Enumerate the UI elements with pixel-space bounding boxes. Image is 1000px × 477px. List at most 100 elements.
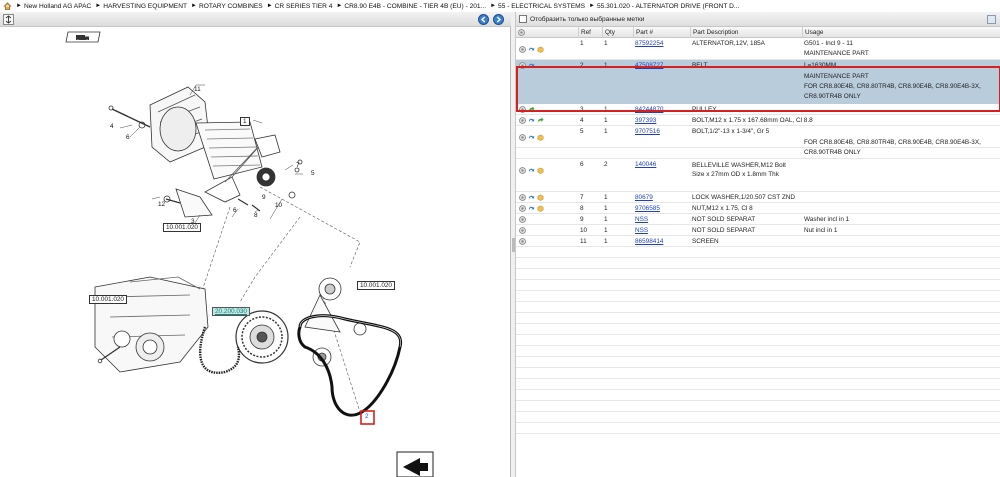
swap-arrow-icon[interactable] [528,194,535,201]
table-row[interactable]: 11 1 86598414 SCREEN [516,236,1000,247]
home-icon[interactable] [3,2,12,10]
select-row-icon[interactable] [519,216,526,223]
swap-arrow-icon[interactable] [528,134,535,141]
breadcrumb-item[interactable]: ► 55.301.020 - ALTERNATOR DRIVE (FRONT D.… [589,3,739,10]
box-icon[interactable] [537,134,544,141]
row-ref: 3 [580,106,584,113]
select-row-icon[interactable] [519,205,526,212]
box-icon[interactable] [537,167,544,174]
empty-row [516,291,1000,302]
callout-8[interactable]: 8 [254,212,258,219]
part-number-link[interactable]: 9706585 [633,203,688,214]
show-selected-only-checkbox[interactable] [519,15,527,23]
ref-20-200-030[interactable]: 20.200.030 [212,307,250,316]
empty-row [516,335,1000,346]
row-description: ALTERNATOR,12V, 185A [692,40,765,47]
select-row-icon[interactable] [519,106,526,113]
callout-9[interactable]: 9 [262,194,266,201]
part-number-link[interactable]: 86598414 [633,236,688,247]
header-usage[interactable]: Usage [802,27,997,38]
parts-diagram: 11 4 6 1 7 5 9 12 3 6 8 10 10.001.020 10… [0,27,511,477]
table-row-selected[interactable]: 2 1 47508727 BELT L=1630MM MAINTENANCE PA… [516,60,1000,104]
callout-4[interactable]: 4 [110,123,114,130]
part-number-link[interactable]: 87592254 [633,38,688,60]
box-icon[interactable] [537,46,544,53]
breadcrumb-item[interactable]: ► 55 - ELECTRICAL SYSTEMS [490,3,585,10]
select-row-icon[interactable] [519,62,526,69]
callout-5[interactable]: 5 [311,170,315,177]
callout-10[interactable]: 10 [275,202,282,209]
table-row[interactable]: 1 1 87592254 ALTERNATOR,12V, 185A G501 -… [516,38,1000,60]
swap-arrow-icon[interactable] [528,46,535,53]
callout-11[interactable]: 11 [194,86,201,93]
table-row[interactable]: 10 1 NSS NOT SOLD SEPARAT Nut incl in 1 [516,225,1000,236]
table-row[interactable]: 9 1 NSS NOT SOLD SEPARAT Washer incl in … [516,214,1000,225]
callout-2[interactable]: 2 [365,413,369,420]
part-number-link[interactable]: 47508727 [633,60,688,71]
select-row-icon[interactable] [519,238,526,245]
part-number-link[interactable]: 80679 [633,192,688,203]
box-icon[interactable] [537,205,544,212]
part-number-link[interactable]: NSS [633,214,688,225]
ref-10-001-020-left[interactable]: 10.001.020 [89,295,127,304]
row-icons [516,60,576,71]
select-row-icon[interactable] [519,45,526,53]
table-row[interactable]: 5 1 9707516 BOLT,1/2"-13 x 1-3/4", Gr 5 … [516,126,1000,156]
part-number-link[interactable]: NSS [633,225,688,236]
green-arrow-icon[interactable] [537,117,544,124]
table-row[interactable]: 6 2 140046 BELLEVILLE WASHER,M12 Bolt Si… [516,159,1000,192]
part-number-link[interactable]: 140046 [633,159,688,181]
next-diagram-icon[interactable] [493,14,504,25]
swap-arrow-icon[interactable] [528,205,535,212]
splitter-grip[interactable] [512,238,515,252]
breadcrumb-item[interactable]: ► CR8.90 E4B - COMBINE - TIER 4B (EU) - 2… [336,3,486,10]
part-number-link[interactable]: 9707516 [633,126,688,148]
breadcrumb-item[interactable]: ► ROTARY COMBINES [191,3,263,10]
return-to-list-icon[interactable] [396,451,434,477]
select-all-icon[interactable] [518,29,525,36]
header-ref[interactable]: Ref [578,27,600,38]
resize-icon[interactable] [3,14,14,25]
table-row[interactable]: 4 1 397393 BOLT,M12 x 1.75 x 167.68mm OA… [516,115,1000,126]
row-description: NUT,M12 x 1.75, Cl 8 [692,205,753,212]
table-empty-area [516,247,1000,434]
header-description[interactable]: Part Description [690,27,800,38]
ref-10-001-020-upper[interactable]: 10.001.020 [163,223,201,232]
table-row[interactable]: 7 1 80679 LOCK WASHER,1/20.507 CST ZND [516,192,1000,203]
callout-12[interactable]: 12 [158,201,165,208]
previous-diagram-icon[interactable] [478,14,489,25]
select-row-icon[interactable] [519,117,526,124]
callout-6b[interactable]: 6 [233,207,237,214]
row-description: BELT [692,62,708,69]
ref-10-001-020-right[interactable]: 10.001.020 [357,281,395,290]
part-number-link[interactable]: 397393 [633,115,688,126]
row-ref: 2 [580,62,584,69]
part-number-link[interactable]: 84244870 [633,104,688,115]
select-row-icon[interactable] [519,227,526,234]
row-ref: 11 [580,238,587,245]
green-arrow-icon[interactable] [528,106,535,113]
swap-arrow-icon[interactable] [528,117,535,124]
show-selected-only-label[interactable]: Отобразить только выбранные метки [530,16,644,23]
header-qty[interactable]: Qty [602,27,629,38]
select-row-icon[interactable] [519,166,526,174]
ref-box-1[interactable]: 1 [240,117,250,126]
header-icons [516,27,576,38]
table-row[interactable]: 8 1 9706585 NUT,M12 x 1.75, Cl 8 [516,203,1000,214]
swap-arrow-icon[interactable] [528,62,535,69]
options-icon[interactable] [987,15,996,24]
breadcrumb-item[interactable]: ► New Holland AG APAC [16,3,91,10]
row-ref: 5 [580,128,584,135]
breadcrumb-item[interactable]: ► HARVESTING EQUIPMENT [95,3,187,10]
select-row-icon[interactable] [519,194,526,201]
row-description: LOCK WASHER,1/20.507 CST ZND [692,194,795,201]
box-icon[interactable] [537,194,544,201]
empty-row [516,401,1000,412]
swap-arrow-icon[interactable] [528,167,535,174]
callout-6[interactable]: 6 [126,134,130,141]
callout-7[interactable]: 7 [296,162,300,169]
header-part-number[interactable]: Part # [633,27,688,38]
table-row[interactable]: 3 1 84244870 PULLEY [516,104,1000,115]
select-row-icon[interactable] [519,133,526,141]
breadcrumb-item[interactable]: ► CR SERIES TIER 4 [267,3,333,10]
